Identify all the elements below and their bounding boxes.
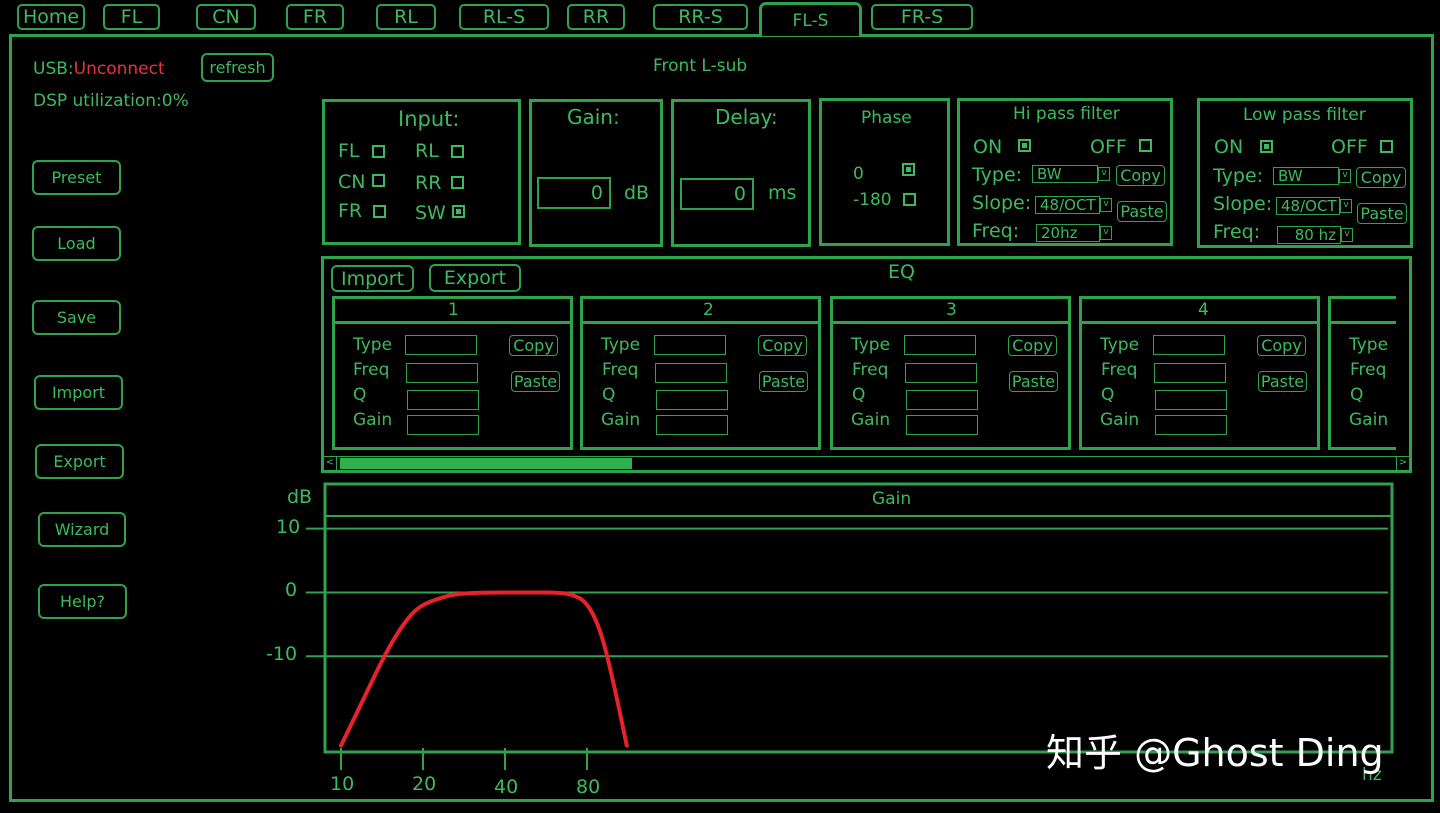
chart-frame [323, 482, 1394, 754]
y-tick-label: 0 [285, 579, 298, 602]
gain-chart [306, 482, 1394, 770]
watermark: 知乎 @Ghost Ding [1046, 731, 1384, 775]
chart-title: Gain [872, 489, 912, 509]
y-axis-label: dB [287, 486, 313, 508]
x-tick-label: 10 [330, 773, 355, 795]
x-tick-label: 80 [576, 776, 601, 798]
x-tick-label: 40 [494, 776, 519, 798]
y-tick-label: 10 [276, 515, 301, 538]
x-tick-label: 20 [412, 773, 437, 795]
gain-curve [339, 590, 629, 748]
chart-grid [323, 482, 1394, 754]
y-tick-label: -10 [266, 643, 298, 666]
